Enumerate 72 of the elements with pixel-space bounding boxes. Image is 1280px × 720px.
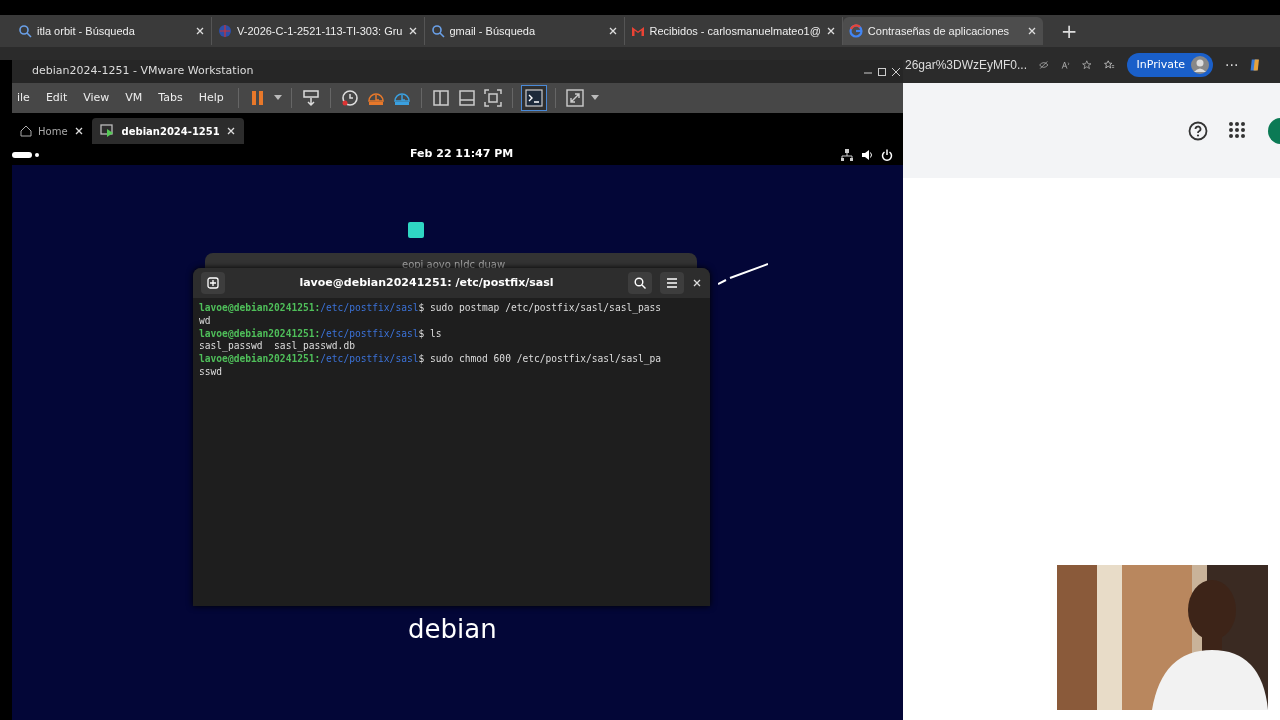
thumbnail-bar-icon[interactable] bbox=[456, 88, 477, 108]
close-icon[interactable] bbox=[607, 26, 618, 36]
menu-icon bbox=[666, 278, 678, 288]
close-icon[interactable] bbox=[195, 26, 205, 36]
mail-icon bbox=[630, 24, 645, 38]
wallpaper-logo-text: debian bbox=[408, 613, 497, 646]
terminal-output: wd bbox=[199, 314, 212, 328]
menu-button[interactable] bbox=[660, 272, 684, 294]
browser-tab[interactable]: V-2026-C-1-2521-113-TI-303: Gru bbox=[212, 17, 425, 45]
search-icon bbox=[634, 277, 646, 289]
power-icon[interactable] bbox=[881, 148, 893, 161]
terminal-line: lavoe@debian20241251:/etc/postfix/sasl$ sudo chmod 600 /etc/postfix/sasl/sasl_pa bbox=[199, 353, 663, 366]
eye-slash-icon[interactable] bbox=[1039, 58, 1049, 72]
background-window-title: eopi aovo nldc duaw bbox=[402, 258, 506, 272]
help-icon[interactable] bbox=[1188, 120, 1208, 141]
browser-tab[interactable]: itla orbit - Búsqueda bbox=[12, 17, 212, 45]
sidebar-icon[interactable] bbox=[430, 88, 451, 108]
menu-item[interactable]: Help bbox=[193, 89, 229, 107]
browser-tab[interactable]: Contraseñas de aplicaciones bbox=[842, 17, 1043, 45]
terminal-line: lavoe@debian20241251:/etc/postfix/sasl$ ls bbox=[199, 327, 443, 341]
menu-item[interactable]: Tabs bbox=[153, 89, 188, 107]
terminal-icon bbox=[523, 88, 544, 108]
caret-icon[interactable] bbox=[273, 95, 282, 101]
globe-icon bbox=[218, 24, 232, 38]
search-icon bbox=[430, 24, 445, 38]
volume-icon[interactable] bbox=[861, 148, 873, 161]
inprivate-button[interactable]: InPrivate bbox=[1126, 53, 1214, 77]
activities-indicator-icon[interactable] bbox=[12, 151, 40, 158]
console-view-button[interactable] bbox=[521, 86, 546, 110]
close-icon[interactable] bbox=[889, 66, 903, 77]
browser-tab[interactable]: gmail - Búsqueda bbox=[424, 17, 625, 45]
vm-icon bbox=[99, 124, 116, 138]
vm-tab[interactable]: Home bbox=[12, 118, 92, 144]
full-screen-icon[interactable] bbox=[482, 88, 503, 108]
clock-text[interactable]: Feb 22 11:47 PM bbox=[410, 146, 514, 163]
avatar-icon bbox=[1191, 56, 1210, 74]
network-icon[interactable] bbox=[841, 148, 853, 161]
close-icon[interactable] bbox=[825, 26, 836, 36]
new-tab-icon bbox=[207, 277, 219, 289]
terminal-line: lavoe@debian20241251:/etc/postfix/sasl$ sudo postmap /etc/postfix/sasl/sasl_pass bbox=[199, 302, 663, 315]
browser-tab[interactable]: Recibidos - carlosmanuelmateo1@ bbox=[624, 17, 843, 45]
cube-icon bbox=[407, 221, 425, 239]
menu-item[interactable]: ile bbox=[12, 89, 35, 107]
terminal-output: sswd bbox=[199, 366, 224, 379]
address-text[interactable]: 26gar%3DWzEyMF0... bbox=[905, 56, 1028, 74]
home-icon bbox=[20, 125, 32, 137]
snapshot-icon[interactable] bbox=[339, 88, 360, 108]
more-button[interactable]: ··· bbox=[1225, 58, 1239, 72]
terminal-title: lavoe@debian20241251: /etc/postfix/sasl bbox=[298, 274, 555, 291]
google-icon bbox=[848, 24, 863, 38]
menu-item[interactable]: Edit bbox=[40, 89, 73, 107]
window-title: debian2024-1251 - VMware Workstation bbox=[32, 63, 255, 80]
menu-item[interactable]: VM bbox=[120, 89, 148, 107]
vm-tab[interactable]: debian2024-1251 bbox=[91, 118, 244, 144]
close-icon[interactable] bbox=[407, 26, 418, 36]
apps-icon[interactable] bbox=[1228, 120, 1248, 141]
wallpaper-line-icon bbox=[718, 262, 768, 287]
new-tab-button[interactable]: + bbox=[1056, 21, 1082, 41]
close-icon[interactable] bbox=[692, 278, 702, 288]
maximize-icon[interactable] bbox=[875, 66, 889, 77]
close-icon[interactable] bbox=[1026, 26, 1037, 36]
caret-icon[interactable] bbox=[590, 95, 599, 101]
search-button[interactable] bbox=[628, 272, 652, 294]
terminal-output: sasl_passwd sasl_passwd.db bbox=[199, 340, 356, 353]
close-icon[interactable] bbox=[225, 126, 236, 136]
search-icon bbox=[18, 24, 32, 38]
menu-item[interactable]: View bbox=[78, 89, 115, 107]
send-keys-icon[interactable] bbox=[300, 88, 321, 108]
close-icon[interactable] bbox=[73, 126, 84, 136]
account-avatar-icon[interactable] bbox=[1268, 117, 1280, 144]
new-tab-button[interactable] bbox=[201, 272, 225, 294]
stretch-icon[interactable] bbox=[564, 88, 585, 108]
